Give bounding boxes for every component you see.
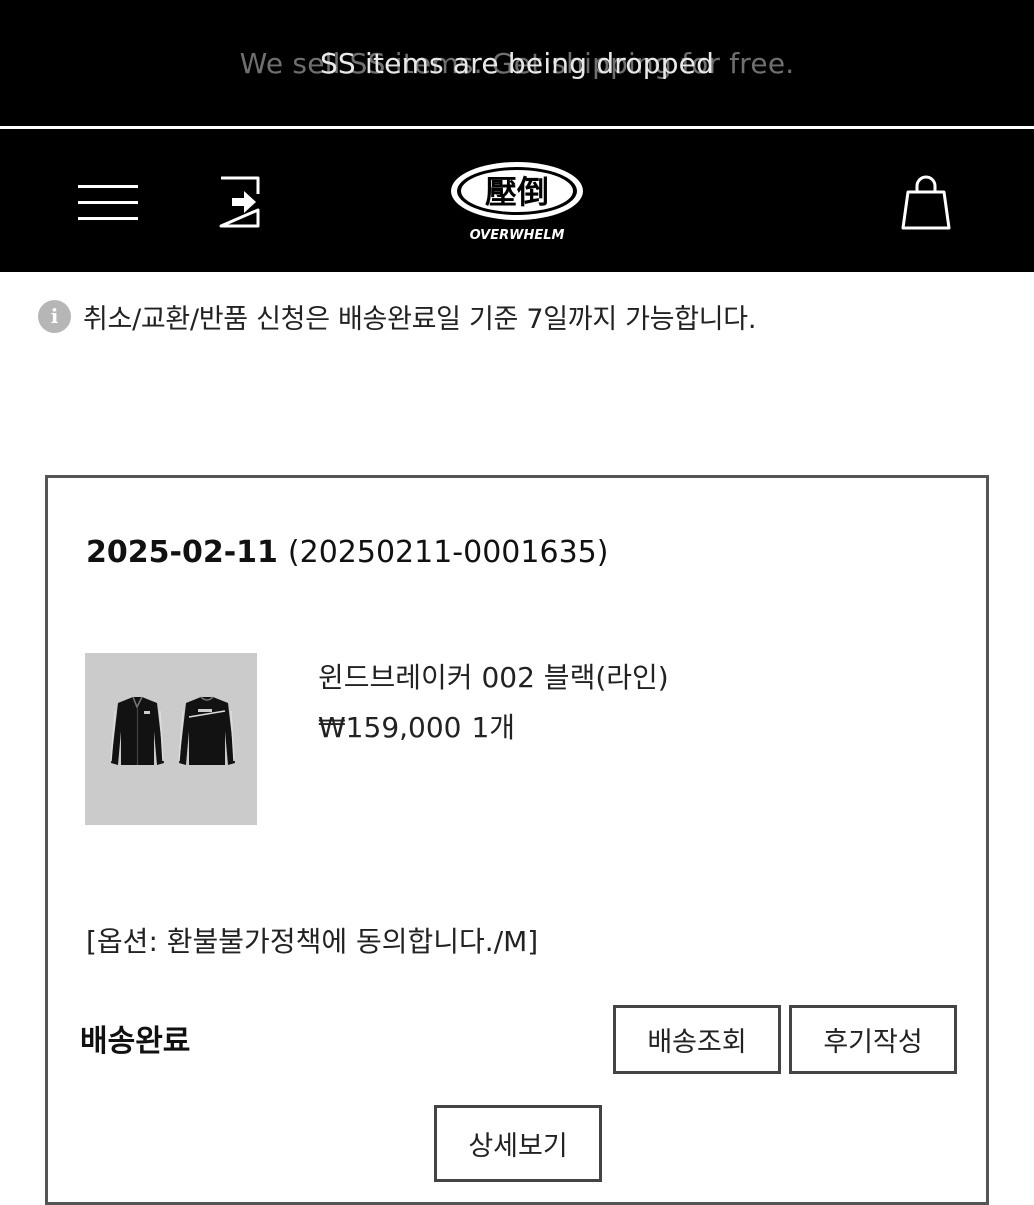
site-header: 壓倒 OVERWHELM [0,129,1034,272]
write-review-button[interactable]: 후기작성 [789,1005,957,1074]
product-thumbnail[interactable] [85,653,257,825]
hamburger-menu-icon-bar [78,217,138,220]
order-status: 배송완료 [80,1024,191,1059]
shopping-bag-icon [901,175,951,230]
logo-wordmark: OVERWHELM [470,228,565,243]
jacket-image [110,696,235,765]
order-date: 2025-02-11 [86,535,278,570]
product-option: [옵션: 환불불가정책에 동의합니다./M] [86,925,539,958]
product-price-line: ₩159,000 1개 [318,706,515,746]
notice-text: 취소/교환/반품 신청은 배송완료일 기준 7일까지 가능합니다. [83,303,757,335]
hamburger-menu-icon [78,185,138,188]
track-shipment-button[interactable]: 배송조회 [613,1005,781,1074]
return-policy-notice: i 취소/교환/반품 신청은 배송완료일 기준 7일까지 가능합니다. [38,296,756,336]
order-card: 2025-02-11 (20250211-0001635) 윈드브레이커 002… [45,475,989,1205]
order-number: (20250211-0001635) [287,535,609,570]
cart-button[interactable] [900,173,952,231]
view-details-button[interactable]: 상세보기 [434,1105,602,1182]
product-name[interactable]: 윈드브레이커 002 블랙(라인) [318,656,669,696]
logo-glyphs: 壓倒 [485,173,549,211]
announcement-text: SS items are being dropped [319,47,715,80]
order-header: 2025-02-11 (20250211-0001635) [86,535,608,570]
product-price: ₩159,000 [318,711,462,744]
menu-button[interactable] [78,185,138,221]
info-icon: i [38,299,71,333]
announcement-bar: We sell SS items. Get shipping for free.… [0,0,1034,126]
login-arrow-icon [219,176,260,228]
hamburger-menu-icon-bar [78,201,138,204]
product-quantity: 1개 [471,711,516,744]
brand-logo[interactable]: 壓倒 OVERWHELM [446,159,588,245]
login-button[interactable] [218,175,262,229]
